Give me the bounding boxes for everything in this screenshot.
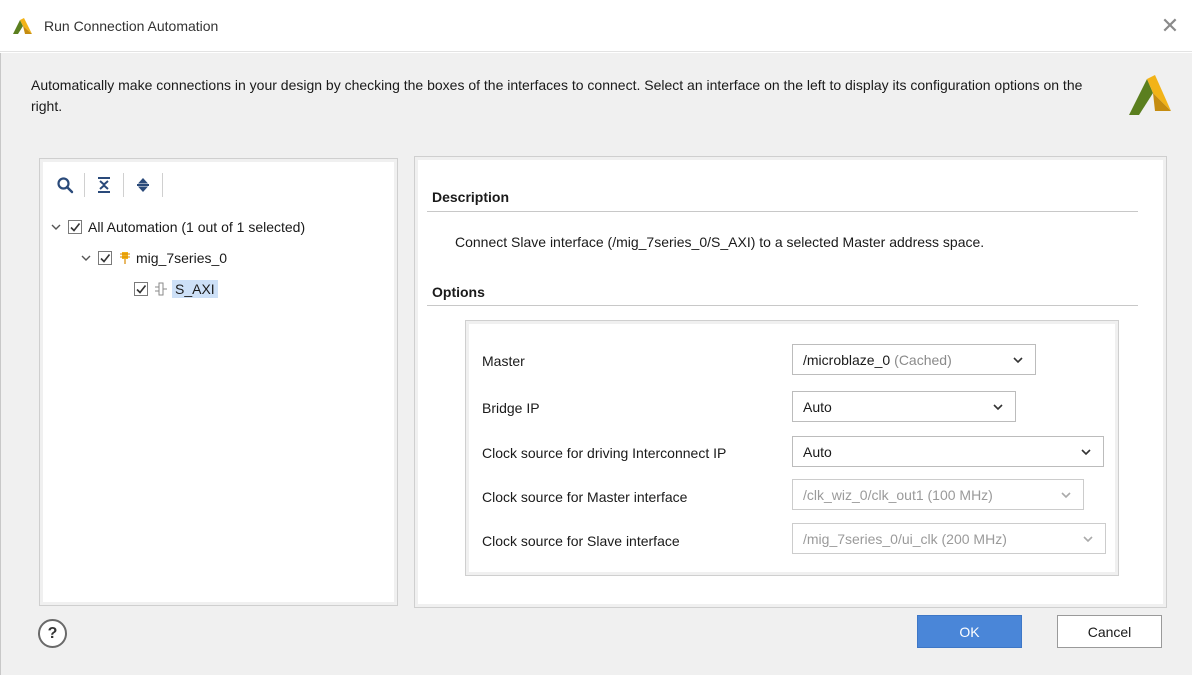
checkbox-mig-7series-0[interactable] [98,250,112,265]
bus-interface-icon [154,281,168,297]
search-icon[interactable] [52,172,78,198]
tree-label-mig-7series-0: mig_7series_0 [136,249,228,266]
chevron-down-icon[interactable] [78,250,94,266]
bridge-ip-select-value: Auto [803,398,832,415]
ip-block-icon [118,250,132,266]
chevron-down-icon [1081,532,1095,546]
chevron-down-icon [991,400,1005,414]
tree-row-s-axi[interactable]: S_AXI [48,273,389,304]
slave-clock-select-value: /mig_7series_0/ui_clk (200 MHz) [803,530,1007,547]
close-button[interactable]: ✕ [1156,12,1184,40]
chevron-down-icon [1059,488,1073,502]
interconnect-clock-label: Clock source for driving Interconnect IP [482,445,727,461]
interconnect-clock-select-value: Auto [803,443,832,460]
bridge-ip-select[interactable]: Auto [792,391,1016,422]
description-heading: Description [432,189,510,205]
tree-toolbar [52,171,169,199]
checkbox-all-automation[interactable] [68,219,82,234]
toolbar-divider [162,173,163,197]
options-divider [427,305,1138,306]
master-select-note: (Cached) [894,351,952,368]
options-group: Master /microblaze_0 (Cached) Bridge IP … [465,320,1119,576]
chevron-down-icon[interactable] [48,219,64,235]
bridge-ip-label: Bridge IP [482,400,540,416]
slave-clock-label: Clock source for Slave interface [482,533,680,549]
interface-tree-panel: All Automation (1 out of 1 selected) mig… [39,158,398,606]
description-divider [427,211,1138,212]
automation-tree: All Automation (1 out of 1 selected) mig… [48,211,389,304]
tree-label-all-automation: All Automation (1 out of 1 selected) [88,218,306,235]
dialog-content: Automatically make connections in your d… [0,53,1192,675]
master-label: Master [482,353,525,369]
xilinx-brand-logo-icon [1125,71,1173,119]
chevron-down-icon [1011,353,1025,367]
ok-button[interactable]: OK [917,615,1022,648]
tree-row-all-automation[interactable]: All Automation (1 out of 1 selected) [48,211,389,242]
slave-clock-select: /mig_7series_0/ui_clk (200 MHz) [792,523,1106,554]
window-title: Run Connection Automation [44,18,219,34]
tree-row-mig-7series-0[interactable]: mig_7series_0 [48,242,389,273]
description-text: Connect Slave interface (/mig_7series_0/… [455,234,985,250]
tree-label-s-axi: S_AXI [172,279,218,298]
master-clock-label: Clock source for Master interface [482,489,688,505]
cancel-button[interactable]: Cancel [1057,615,1162,648]
expand-all-icon[interactable] [130,172,156,198]
configuration-panel: Description Connect Slave interface (/mi… [414,156,1167,608]
master-clock-select-value: /clk_wiz_0/clk_out1 (100 MHz) [803,486,993,503]
master-clock-select: /clk_wiz_0/clk_out1 (100 MHz) [792,479,1084,510]
master-select[interactable]: /microblaze_0 (Cached) [792,344,1036,375]
xilinx-logo-icon [10,16,34,36]
collapse-all-icon[interactable] [91,172,117,198]
toolbar-divider [123,173,124,197]
toolbar-divider [84,173,85,197]
checkbox-s-axi[interactable] [134,281,148,296]
help-button[interactable]: ? [38,619,67,648]
interconnect-clock-select[interactable]: Auto [792,436,1104,467]
chevron-down-icon [1079,445,1093,459]
options-heading: Options [432,284,485,300]
title-bar: Run Connection Automation ✕ [0,0,1192,52]
intro-text: Automatically make connections in your d… [31,77,1083,114]
master-select-value: /microblaze_0 [803,351,891,368]
